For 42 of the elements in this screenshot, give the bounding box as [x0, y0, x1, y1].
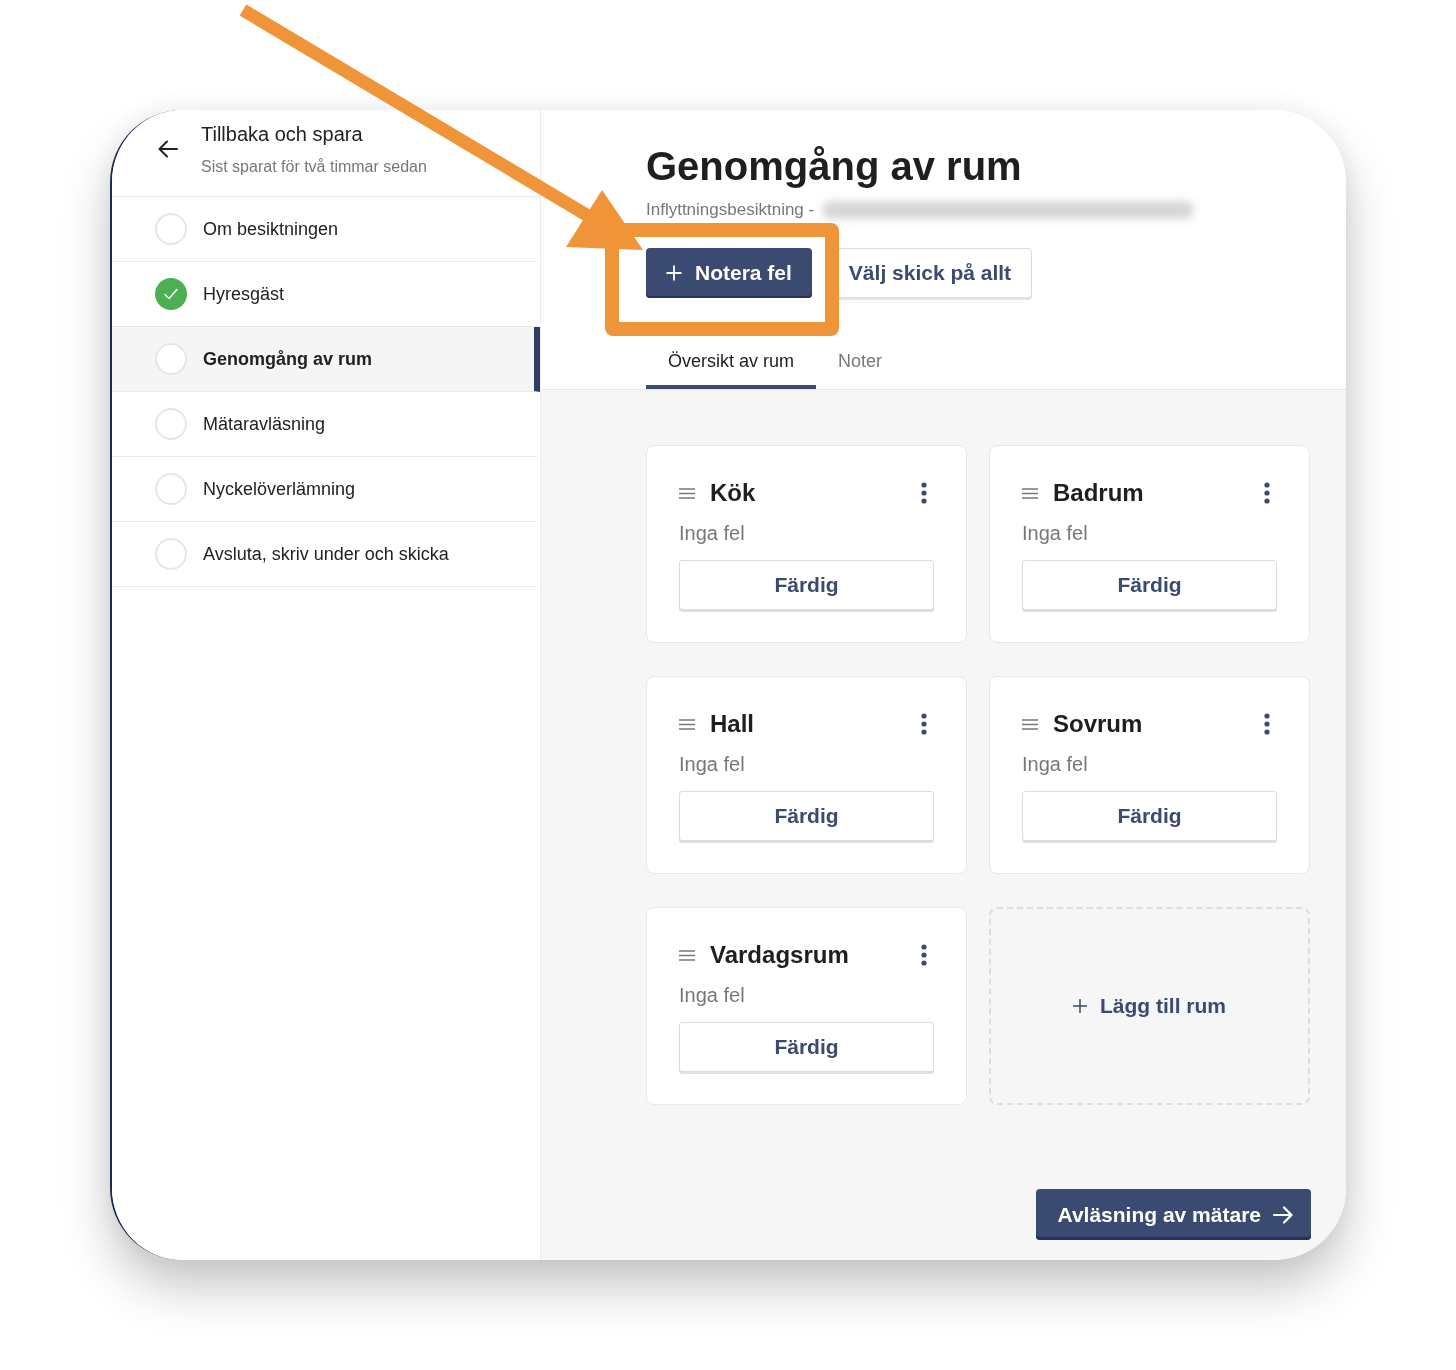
room-status: Inga fel [1022, 752, 1089, 777]
room-status: Inga fel [679, 521, 746, 546]
more-options-icon[interactable] [921, 482, 927, 504]
next-step-button[interactable]: Avläsning av mätare [1035, 1189, 1311, 1240]
plus-icon [1073, 999, 1087, 1013]
tab[interactable]: Noter [816, 333, 905, 389]
done-button[interactable]: Färdig [1022, 560, 1277, 610]
back-arrow-icon[interactable] [158, 140, 178, 158]
more-options-icon[interactable] [921, 944, 927, 966]
room-status: Inga fel [679, 752, 746, 777]
room-title: Vardagsrum [710, 941, 850, 969]
add-note-button[interactable]: Notera fel [646, 248, 812, 298]
room-title: Hall [710, 710, 755, 738]
room-status: Inga fel [679, 983, 746, 1008]
step-item[interactable]: Nyckelöverlämning [112, 457, 540, 522]
done-button[interactable]: Färdig [679, 791, 934, 841]
page-subtitle: Inflyttningsbesiktning - [646, 199, 815, 221]
room-title: Sovrum [1053, 710, 1144, 738]
done-button[interactable]: Färdig [679, 560, 934, 610]
done-button[interactable]: Färdig [1022, 791, 1277, 841]
back-title[interactable]: Tillbaka och spara [201, 122, 427, 146]
done-button[interactable]: Färdig [679, 1022, 934, 1072]
add-room-button[interactable]: Lägg till rum [989, 907, 1310, 1105]
room-status: Inga fel [1022, 521, 1089, 546]
step-item[interactable]: Avsluta, skriv under och skicka [112, 522, 540, 587]
arrow-right-icon [1273, 1205, 1293, 1224]
step-item[interactable]: Mätaravläsning [112, 392, 540, 457]
more-options-icon[interactable] [1264, 713, 1270, 735]
last-saved-text: Sist sparat för två timmar sedan [201, 157, 427, 177]
page-title: Genomgång av rum [646, 143, 1023, 190]
drag-handle-icon[interactable] [679, 487, 695, 499]
step-item[interactable]: Genomgång av rum [112, 327, 540, 392]
room-title: Kök [710, 479, 757, 507]
more-options-icon[interactable] [1264, 482, 1270, 504]
plus-icon [666, 265, 682, 281]
drag-handle-icon[interactable] [1022, 718, 1038, 730]
step-item[interactable]: Om besiktningen [112, 197, 540, 262]
drag-handle-icon[interactable] [679, 949, 695, 961]
drag-handle-icon[interactable] [679, 718, 695, 730]
more-options-icon[interactable] [921, 713, 927, 735]
room-title: Badrum [1053, 479, 1145, 507]
drag-handle-icon[interactable] [1022, 487, 1038, 499]
